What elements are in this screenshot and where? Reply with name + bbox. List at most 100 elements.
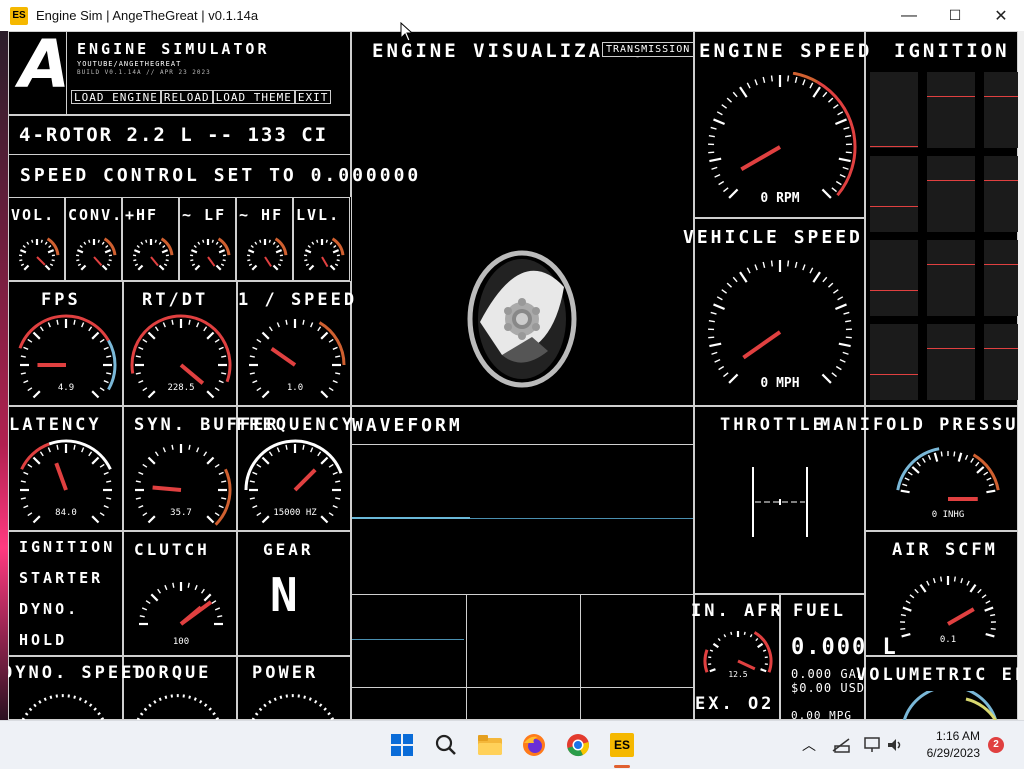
- file-explorer-icon[interactable]: [474, 729, 506, 761]
- mini-gauge: [240, 232, 290, 277]
- air-label: AIR SCFM: [892, 540, 998, 560]
- windows-start-icon[interactable]: [386, 729, 418, 761]
- mini-gauge: [126, 232, 176, 277]
- audio-gauge: 15000 HZ: [240, 435, 350, 530]
- speedometer-gauge: 0 MPH: [700, 254, 860, 404]
- engine-sim-canvas: A ENGINE SIMULATOR YOUTUBE/ANGETHEGREAT …: [8, 31, 1018, 720]
- audio-gauge-label: LATENCY: [9, 415, 102, 435]
- perf-gauge-value: 228.5: [167, 383, 194, 393]
- torque-label: TORQUE: [132, 663, 211, 683]
- transmission-tab[interactable]: TRANSMISSION: [602, 42, 694, 57]
- engine-speed-panel: ENGINE SPEED 0 RPM: [694, 31, 865, 218]
- engine-sim-taskbar-icon[interactable]: ES: [606, 729, 638, 761]
- ignition-cell: [984, 72, 1018, 148]
- chevron-up-icon[interactable]: ︿: [802, 735, 816, 755]
- app-icon: ES: [10, 7, 28, 25]
- gauge-ticks: [190, 239, 229, 270]
- mini-gauge-label: VOL.: [11, 206, 55, 224]
- volume-icon[interactable]: [886, 736, 904, 754]
- perf-gauge-panel: FPS4.9: [8, 281, 123, 406]
- ignition-cell: [870, 240, 918, 316]
- gear-panel: GEAR N: [237, 531, 351, 656]
- mini-gauge-panel: +HF: [122, 197, 179, 281]
- chrome-icon[interactable]: [562, 729, 594, 761]
- engine-visualization-panel: ENGINE VISUALIZATION TRANSMISSION: [351, 31, 694, 406]
- rpm-value: 0 RPM: [760, 191, 799, 206]
- exit-button[interactable]: EXIT: [295, 90, 332, 104]
- maximize-button[interactable]: ☐: [932, 0, 978, 31]
- gauge-ticks: [76, 239, 115, 270]
- minimize-button[interactable]: —: [886, 0, 932, 31]
- mini-gauge-label: ~ HF: [239, 206, 283, 224]
- rpm-gauge: 0 RPM: [700, 72, 860, 212]
- mini-gauge-panel: ~ HF: [236, 197, 293, 281]
- dyno-speed-label: DYNO. SPEED: [8, 663, 148, 683]
- close-button[interactable]: ✕: [978, 0, 1024, 31]
- ignition-cell: [927, 156, 975, 232]
- perf-gauge: 4.9: [11, 310, 121, 405]
- audio-gauge-panel: SYN. BUFFER35.7: [123, 406, 237, 531]
- network-icon[interactable]: [832, 737, 850, 753]
- ignition-cell: [927, 324, 975, 400]
- ignition-cell: [927, 240, 975, 316]
- mph-value: 0 MPH: [760, 376, 799, 391]
- waveform-panel: WAVEFORM: [351, 406, 694, 720]
- perf-gauge-value: 4.9: [58, 383, 74, 393]
- waveform-trace-2: [352, 639, 464, 640]
- clutch-label: CLUTCH: [134, 540, 210, 559]
- logo: A: [19, 31, 70, 103]
- waveform-title: WAVEFORM: [352, 415, 463, 436]
- load-theme-button[interactable]: LOAD THEME: [213, 90, 295, 104]
- vehicle-speed-label: VEHICLE SPEED: [683, 227, 863, 248]
- firefox-icon[interactable]: [518, 729, 550, 761]
- manifold-gauge: 0 INHG: [891, 439, 1006, 529]
- status-dyno: DYNO.: [19, 600, 79, 618]
- ignition-cell: [870, 156, 918, 232]
- ignition-label: IGNITION: [894, 40, 1010, 62]
- volumetric-panel: VOLUMETRIC EFF.: [865, 656, 1018, 720]
- clutch-panel: CLUTCH 100: [123, 531, 237, 656]
- clock-time[interactable]: 1:16 AM: [930, 729, 980, 743]
- audio-gauge-value: 35.7: [170, 508, 192, 518]
- ignition-cell: [984, 156, 1018, 232]
- status-starter: STARTER: [19, 569, 103, 587]
- desktop-background: [0, 31, 8, 720]
- mini-gauge: [12, 232, 62, 277]
- search-icon[interactable]: [430, 729, 462, 761]
- reload-button[interactable]: RELOAD: [161, 90, 213, 104]
- display-icon[interactable]: [864, 736, 882, 754]
- audio-gauge-row: LATENCY84.0SYN. BUFFER35.7FREQUENCY15000…: [8, 406, 351, 531]
- bottom-gauge-tops: [8, 691, 351, 720]
- perf-gauge-label: RT/DT: [142, 290, 208, 310]
- clock-date[interactable]: 6/29/2023: [920, 746, 980, 760]
- mini-gauge-panel: CONV.: [65, 197, 122, 281]
- gauge-ticks: [900, 576, 996, 636]
- title-bar: ES Engine Sim | AngeTheGreat | v0.1.14a …: [0, 0, 1024, 31]
- perf-gauge-panel: 1 / SPEED1.0: [237, 281, 351, 406]
- audio-gauge-value: 15000 HZ: [273, 508, 317, 518]
- volumetric-gauge-top: [896, 691, 1006, 720]
- audio-gauge-panel: LATENCY84.0: [8, 406, 123, 531]
- audio-gauge-panel: FREQUENCY15000 HZ: [237, 406, 351, 531]
- status-hold: HOLD: [19, 631, 67, 649]
- gauge-ticks: [133, 239, 172, 270]
- mini-gauge: [183, 232, 233, 277]
- notification-badge[interactable]: 2: [988, 737, 1004, 753]
- perf-gauge: 1.0: [240, 310, 350, 405]
- gauge-ticks: [898, 449, 998, 499]
- menu-bar: LOAD ENGINE RELOAD LOAD THEME EXIT: [71, 90, 351, 104]
- gear-label: GEAR: [263, 540, 314, 559]
- throttle-label: THROTTLE: [720, 415, 826, 435]
- perf-gauge: 228.5: [126, 310, 236, 405]
- perf-gauge-label: 1 / SPEED: [238, 290, 357, 310]
- mini-gauge-label: ~ LF: [182, 206, 226, 224]
- engine-speed-label: ENGINE SPEED: [699, 40, 872, 62]
- air-value: 0.1: [940, 635, 956, 645]
- engine-name: 4-ROTOR 2.2 L -- 133 CI: [19, 124, 328, 146]
- app-name: ENGINE SIMULATOR: [77, 40, 270, 58]
- taskbar: ES ︿ 1:16 AM 6/29/2023 2: [0, 720, 1024, 769]
- gauge-ticks: [708, 260, 852, 383]
- load-engine-button[interactable]: LOAD ENGINE: [71, 90, 161, 104]
- ignition-timing-grid: [870, 72, 1018, 402]
- ignition-cell: [870, 72, 918, 148]
